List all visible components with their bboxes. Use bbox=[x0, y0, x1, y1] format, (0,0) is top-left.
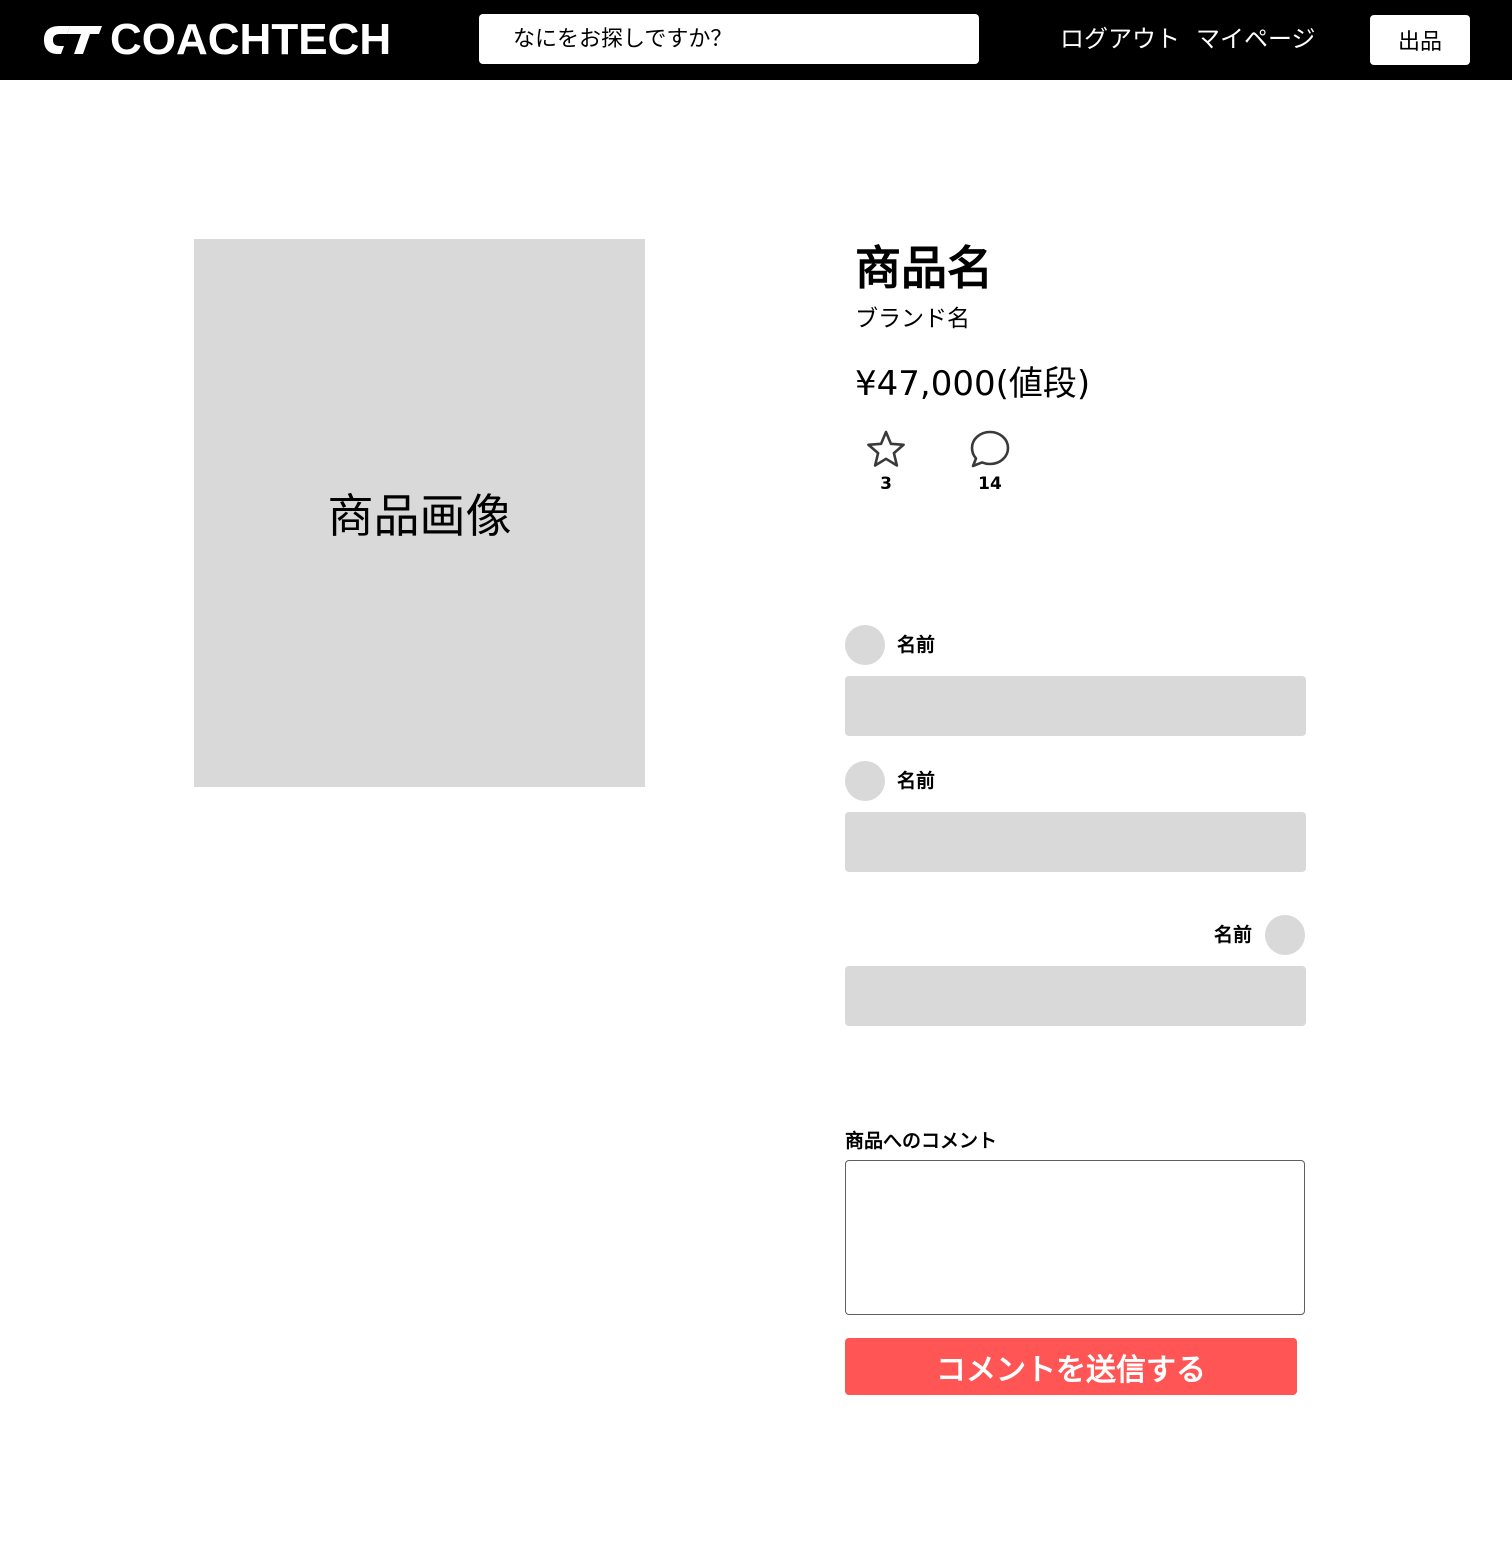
sell-button[interactable]: 出品 bbox=[1370, 15, 1470, 65]
speech-bubble-icon bbox=[970, 430, 1010, 468]
commenter-name: 名前 bbox=[897, 770, 936, 792]
ct-logo-icon bbox=[44, 26, 102, 54]
product-price: ¥47,000(値段) bbox=[855, 364, 1091, 404]
comment-form-label: 商品へのコメント bbox=[845, 1130, 998, 1152]
favorite-button[interactable]: 3 bbox=[861, 428, 911, 494]
submit-comment-button[interactable]: コメントを送信する bbox=[845, 1338, 1297, 1395]
comment-textarea[interactable] bbox=[845, 1160, 1305, 1315]
avatar bbox=[845, 625, 885, 665]
comment-count-button[interactable]: 14 bbox=[965, 428, 1015, 494]
avatar bbox=[1265, 915, 1305, 955]
comment-body bbox=[845, 676, 1306, 736]
commenter-name: 名前 bbox=[897, 634, 936, 656]
search-input[interactable] bbox=[479, 14, 979, 64]
product-image-label: 商品画像 bbox=[327, 489, 512, 543]
brand-name: ブランド名 bbox=[855, 306, 970, 332]
mypage-link[interactable]: マイページ bbox=[1196, 22, 1316, 56]
logout-link[interactable]: ログアウト bbox=[1060, 22, 1180, 56]
favorites-count: 3 bbox=[880, 474, 892, 494]
logo[interactable]: COACHTECH bbox=[40, 15, 392, 64]
comments-count: 14 bbox=[978, 474, 1002, 494]
comment-body bbox=[845, 812, 1306, 872]
avatar bbox=[845, 761, 885, 801]
product-name: 商品名 bbox=[855, 241, 993, 295]
product-image: 商品画像 bbox=[194, 239, 645, 787]
header-bar: COACHTECH ログアウト マイページ 出品 bbox=[0, 0, 1512, 80]
star-icon bbox=[867, 430, 905, 467]
comment-body bbox=[845, 966, 1306, 1026]
commenter-name: 名前 bbox=[1214, 924, 1253, 946]
logo-text: COACHTECH bbox=[110, 15, 392, 64]
